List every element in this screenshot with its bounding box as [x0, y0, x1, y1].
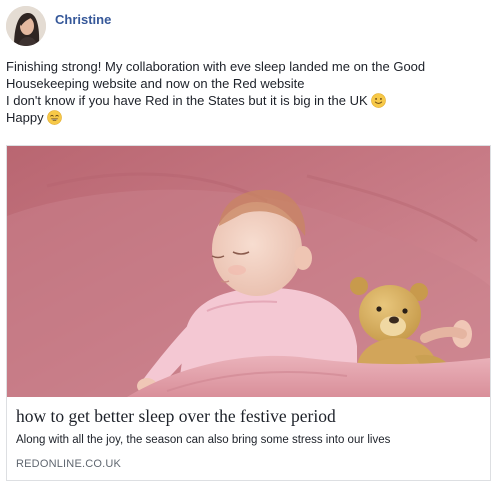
post-text: Finishing strong! My collaboration with …	[6, 58, 494, 126]
author-avatar[interactable]	[6, 6, 46, 46]
post-text-line: Finishing strong! My collaboration with …	[6, 59, 426, 74]
link-preview-image[interactable]	[7, 146, 490, 397]
post-text-line-content: Happy	[6, 110, 44, 125]
post-text-line: Happy	[6, 109, 494, 126]
facebook-post: Christine Finishing strong! My collabora…	[0, 0, 500, 489]
link-preview-domain: REDONLINE.CO.UK	[16, 458, 122, 470]
author-name[interactable]: Christine	[55, 12, 111, 27]
link-preview-title[interactable]: how to get better sleep over the festive…	[16, 406, 336, 427]
post-text-line-content: I don't know if you have Red in the Stat…	[6, 93, 368, 108]
slightly-smiling-face-icon	[370, 93, 386, 108]
link-preview-meta[interactable]: how to get better sleep over the festive…	[7, 397, 490, 480]
link-preview-card[interactable]: how to get better sleep over the festive…	[6, 145, 491, 481]
post-text-line: Housekeeping website and now on the Red …	[6, 76, 305, 91]
post-text-line: I don't know if you have Red in the Stat…	[6, 92, 494, 109]
post-header: Christine	[6, 6, 111, 50]
grinning-face-icon	[46, 110, 62, 125]
link-preview-description: Along with all the joy, the season can a…	[16, 434, 391, 446]
